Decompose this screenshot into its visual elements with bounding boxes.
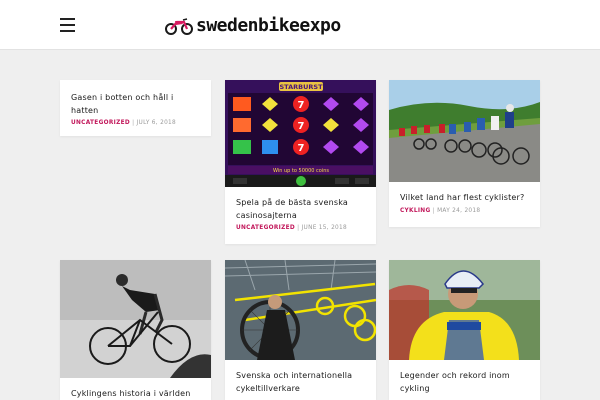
svg-text:7: 7 xyxy=(298,121,305,132)
post-category[interactable]: UNCATEGORIZED xyxy=(236,225,295,231)
post-date: JUNE 15, 2018 xyxy=(301,225,348,231)
post-card: Svenska och internationella cykeltillver… xyxy=(225,260,376,400)
post-thumbnail[interactable]: STARBURST 7 7 7 Win up to 50000 coins xyxy=(225,80,376,187)
slot-banner: Win up to 50000 coins xyxy=(273,168,329,174)
post-card: STARBURST 7 7 7 Win up to 50000 coins Sp… xyxy=(225,80,376,244)
svg-text:7: 7 xyxy=(298,143,305,154)
post-title[interactable]: Gasen i botten och håll i hatten xyxy=(71,92,201,117)
post-card: Gasen i botten och håll i hatten UNCATEG… xyxy=(60,80,211,136)
svg-text:7: 7 xyxy=(298,100,305,111)
logo-text: swedenbikeexpo xyxy=(196,14,341,36)
post-card: Cyklingens historia i världen xyxy=(60,260,211,400)
site-header: swedenbikeexpo xyxy=(0,0,600,50)
post-thumbnail[interactable] xyxy=(225,260,376,360)
post-date: JULY 6, 2018 xyxy=(136,120,177,126)
post-meta: UNCATEGORIZED | JUNE 15, 2018 xyxy=(236,225,348,231)
site-logo[interactable]: swedenbikeexpo xyxy=(165,12,341,38)
motorbike-icon xyxy=(165,18,193,35)
post-category[interactable]: UNCATEGORIZED xyxy=(71,120,130,126)
post-thumbnail[interactable] xyxy=(389,260,540,360)
post-thumbnail[interactable] xyxy=(389,80,540,182)
post-card: Legender och rekord inom cykling xyxy=(389,260,540,400)
post-title[interactable]: Spela på de bästa svenska casinosajterna xyxy=(236,197,366,222)
game-title: STARBURST xyxy=(280,83,324,91)
post-date: MAY 24, 2018 xyxy=(437,207,481,214)
post-title[interactable]: Vilket land har flest cyklister? xyxy=(400,192,530,205)
post-meta: CYKLING | MAY 24, 2018 xyxy=(400,207,481,214)
post-title[interactable]: Legender och rekord inom cykling xyxy=(400,370,530,395)
slot-reels: 7 7 7 xyxy=(228,93,373,165)
post-thumbnail[interactable] xyxy=(60,260,211,378)
post-title[interactable]: Svenska och internationella cykeltillver… xyxy=(236,370,366,395)
menu-icon[interactable] xyxy=(60,18,75,32)
post-category[interactable]: CYKLING xyxy=(400,208,431,214)
post-card: Vilket land har flest cyklister? CYKLING… xyxy=(389,80,540,227)
post-title[interactable]: Cyklingens historia i världen xyxy=(71,388,201,400)
post-meta: UNCATEGORIZED | JULY 6, 2018 xyxy=(71,120,177,126)
